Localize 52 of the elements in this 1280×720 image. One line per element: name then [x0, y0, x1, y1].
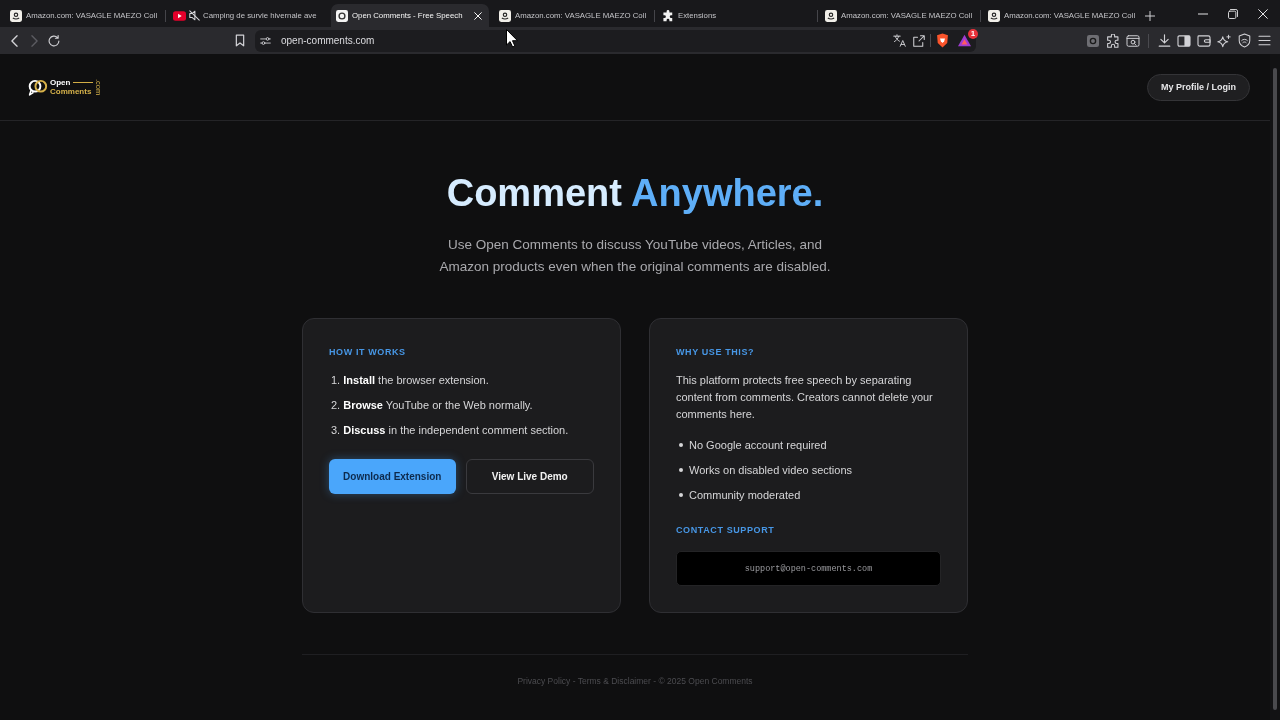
ring-tile-icon[interactable] — [1087, 34, 1099, 47]
step-item: 1. Install the browser extension. — [330, 372, 490, 388]
site-settings-icon[interactable] — [260, 35, 271, 46]
restore-icon[interactable] — [1228, 8, 1238, 19]
sparkle-icon[interactable] — [1217, 33, 1231, 48]
email-display: support@open-comments.com — [676, 551, 941, 586]
triangle-icon[interactable] — [957, 34, 972, 47]
back-icon[interactable] — [10, 34, 18, 47]
wallet-icon[interactable] — [1197, 34, 1211, 47]
plus-icon[interactable] — [1145, 10, 1155, 21]
card-heading: HOW IT WORKS — [329, 346, 407, 358]
bullet-text: Works on disabled video sections — [689, 462, 853, 478]
window-search-icon[interactable] — [1126, 34, 1140, 47]
scrollbar-thumb[interactable] — [1273, 68, 1277, 710]
step-item: 3. Discuss in the independent comment section. — [330, 422, 570, 438]
bullet-text: No Google account required — [689, 437, 827, 453]
minimize-icon[interactable] — [1198, 12, 1208, 15]
step-item: 2. Browse YouTube or the Web normally. — [330, 397, 534, 413]
bullet-icon — [679, 493, 683, 497]
hero-subtitle: Use Open Comments to discuss YouTube videos, Articles, and Amazon products even when the original comments are disabled. — [438, 236, 832, 276]
card-heading: WHY USE THIS? — [676, 346, 756, 358]
favicon-icon — [336, 9, 348, 22]
bookmark-icon[interactable] — [235, 34, 245, 47]
close-icon[interactable] — [1258, 8, 1268, 19]
demo-button[interactable]: View Live Demo — [465, 459, 594, 494]
play-icon — [173, 10, 186, 21]
lion-shield-icon[interactable] — [936, 33, 949, 48]
bullet-icon — [679, 468, 683, 472]
share-icon[interactable] — [913, 34, 925, 47]
address-field[interactable]: open-comments.com — [281, 33, 893, 48]
hero-title: Comment Anywhere. — [446, 171, 824, 216]
bullet-text: Community moderated — [689, 487, 801, 503]
shield-icon[interactable] — [1237, 33, 1251, 48]
favicon-icon — [988, 9, 1000, 22]
favicon-icon — [499, 9, 511, 22]
notification-badge: 1 — [968, 29, 978, 39]
logo-rings-icon[interactable] — [28, 78, 48, 96]
download-icon[interactable] — [1157, 34, 1171, 47]
favicon-icon — [10, 9, 22, 22]
reload-icon[interactable] — [48, 34, 60, 47]
bullet-icon — [679, 443, 683, 447]
login-button[interactable]: My Profile / Login — [1147, 73, 1250, 101]
menu-icon[interactable] — [1257, 35, 1271, 46]
puzzle-icon[interactable] — [1106, 33, 1120, 48]
translate-icon[interactable] — [893, 34, 906, 47]
card-heading: CONTACT SUPPORT — [676, 524, 776, 536]
sidebar-icon[interactable] — [1177, 34, 1191, 47]
favicon-icon — [825, 9, 837, 22]
download-button[interactable]: Download Extension — [329, 459, 456, 494]
card-paragraph: This platform protects free speech by separating content from comments. Creators cannot delete your comments here. — [676, 372, 934, 422]
cursor-icon — [506, 29, 518, 48]
puzzle-icon — [662, 9, 674, 22]
